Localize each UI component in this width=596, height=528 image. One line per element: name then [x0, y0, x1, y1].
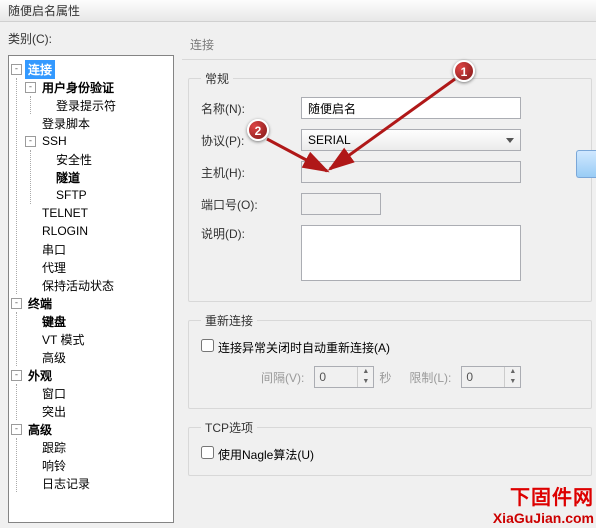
tree-item-terminal[interactable]: 终端 — [25, 294, 55, 313]
nagle-checkbox[interactable] — [201, 446, 214, 459]
window-title: 随便启名属性 — [8, 2, 80, 19]
tree-item-appearance[interactable]: 外观 — [25, 366, 55, 385]
collapse-icon[interactable]: - — [25, 136, 36, 147]
watermark-en: XiaGuJian.com — [493, 510, 594, 526]
interval-label: 间隔(V): — [261, 369, 304, 386]
collapse-icon[interactable]: - — [25, 82, 36, 93]
category-label: 类别(C): — [8, 30, 174, 47]
general-legend: 常规 — [201, 70, 233, 87]
port-input — [301, 193, 381, 215]
watermark-cn: 下固件网 — [493, 481, 594, 510]
tree-item-log[interactable]: 日志记录 — [39, 474, 93, 493]
tree-item-advanced[interactable]: 高级 — [25, 420, 55, 439]
tree-item-rlogin[interactable]: RLOGIN — [39, 223, 91, 239]
reconnect-legend: 重新连接 — [201, 312, 257, 329]
desc-textarea[interactable] — [301, 225, 521, 281]
tree-item-login-prompt[interactable]: 登录提示符 — [53, 96, 119, 115]
tree-item-serial[interactable]: 串口 — [39, 240, 69, 259]
tree-item-sftp[interactable]: SFTP — [53, 187, 90, 203]
tree-item-telnet[interactable]: TELNET — [39, 205, 91, 221]
annotation-marker-1: 1 — [453, 60, 475, 82]
spinner-icon: ▲▼ — [357, 367, 373, 387]
desc-label: 说明(D): — [201, 225, 301, 242]
watermark: 下固件网 XiaGuJian.com — [493, 481, 594, 526]
general-group: 常规 名称(N): 协议(P): SERIAL 主机(H): 端口号(O): 说… — [188, 70, 592, 302]
tree-item-bell[interactable]: 响铃 — [39, 456, 69, 475]
collapse-icon[interactable]: - — [11, 424, 22, 435]
limit-label: 限制(L): — [409, 369, 451, 386]
name-label: 名称(N): — [201, 100, 301, 117]
protocol-value: SERIAL — [308, 133, 351, 147]
tree-item-ssh[interactable]: SSH — [39, 133, 70, 149]
tree-item-highlight[interactable]: 突出 — [39, 402, 69, 421]
nagle-label[interactable]: 使用Nagle算法(U) — [201, 446, 314, 463]
host-label: 主机(H): — [201, 164, 301, 181]
tcp-group: TCP选项 使用Nagle算法(U) — [188, 419, 592, 476]
port-label: 端口号(O): — [201, 196, 301, 213]
tree-item-login-script[interactable]: 登录脚本 — [39, 114, 93, 133]
host-input — [301, 161, 521, 183]
collapse-icon[interactable]: - — [11, 370, 22, 381]
auto-reconnect-checkbox[interactable] — [201, 339, 214, 352]
tree-item-window[interactable]: 窗口 — [39, 384, 69, 403]
tree-item-user-auth[interactable]: 用户身份验证 — [39, 78, 117, 97]
window-titlebar: 随便启名属性 — [0, 0, 596, 22]
annotation-marker-2: 2 — [247, 119, 269, 141]
name-input[interactable] — [301, 97, 521, 119]
tree-item-trace[interactable]: 跟踪 — [39, 438, 69, 457]
spinner-icon: ▲▼ — [504, 367, 520, 387]
tree-item-keyboard[interactable]: 键盘 — [39, 312, 69, 331]
tree-item-adv-t[interactable]: 高级 — [39, 348, 69, 367]
tree-item-connection[interactable]: 连接 — [25, 60, 55, 79]
tree-item-keep[interactable]: 保持活动状态 — [39, 276, 117, 295]
category-tree[interactable]: -连接 -用户身份验证 登录提示符 登录脚本 -SSH 安全性 — [8, 55, 174, 523]
tcp-legend: TCP选项 — [201, 419, 257, 436]
seconds-label: 秒 — [379, 369, 391, 386]
auto-reconnect-label[interactable]: 连接异常关闭时自动重新连接(A) — [201, 339, 390, 356]
side-flyout-icon[interactable] — [576, 150, 596, 178]
tree-item-security[interactable]: 安全性 — [53, 150, 95, 169]
reconnect-group: 重新连接 连接异常关闭时自动重新连接(A) 间隔(V): ▲▼ 秒 限制(L):… — [188, 312, 592, 409]
tree-item-tunnel[interactable]: 隧道 — [53, 168, 83, 187]
collapse-icon[interactable]: - — [11, 298, 22, 309]
tree-item-vt[interactable]: VT 模式 — [39, 330, 87, 349]
right-header: 连接 — [182, 30, 596, 60]
protocol-select[interactable]: SERIAL — [301, 129, 521, 151]
tree-item-proxy[interactable]: 代理 — [39, 258, 69, 277]
collapse-icon[interactable]: - — [11, 64, 22, 75]
